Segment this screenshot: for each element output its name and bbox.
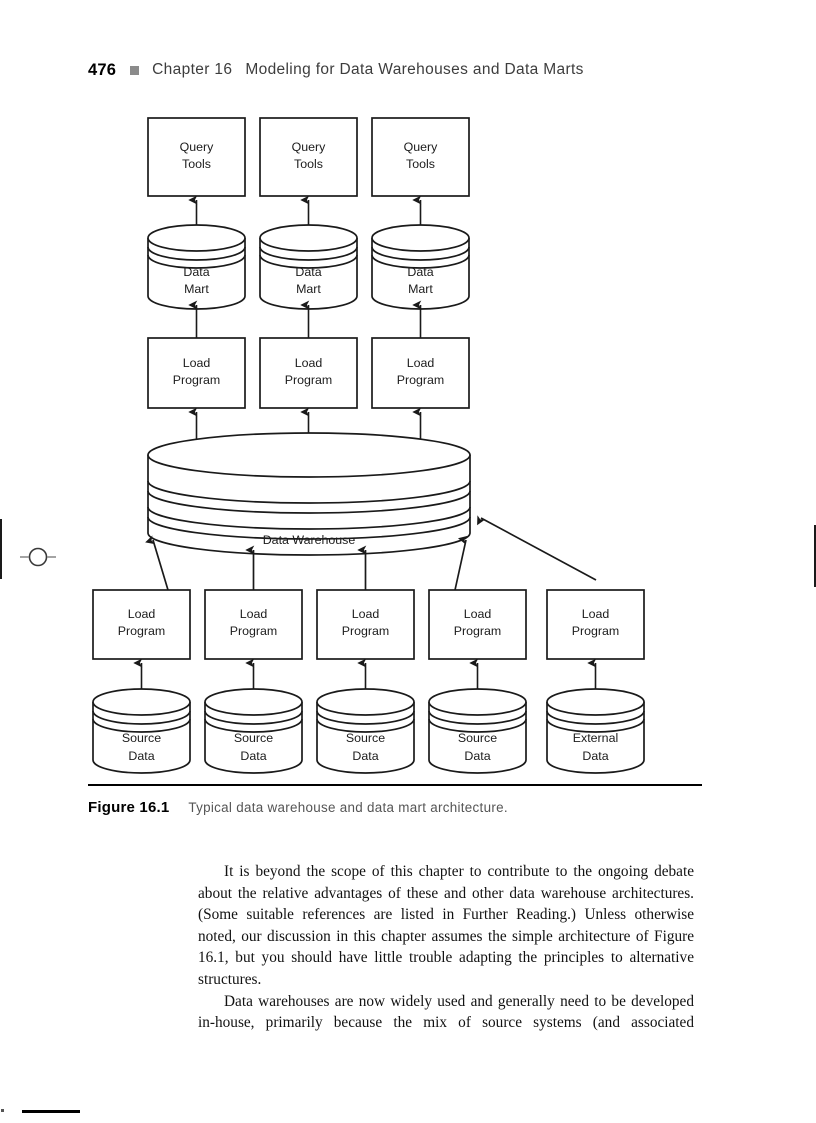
query-tools-label-2a: Query: [292, 140, 327, 154]
page-number: 476: [88, 60, 117, 79]
mart-loader-label-1b: Program: [173, 373, 221, 387]
data-mart-label-2a: Data: [295, 265, 321, 279]
source-data-label-4a: Source: [458, 731, 497, 745]
source-loader-label-3a: Load: [352, 607, 380, 621]
mart-loader-label-2a: Load: [295, 356, 323, 370]
filled-square-bullet-icon: [130, 65, 140, 75]
data-mart-label-3b: Mart: [408, 282, 433, 296]
query-tools-label-2b: Tools: [294, 157, 323, 171]
arrow-external-loader-to-warehouse: [477, 515, 597, 581]
data-mart-label-1a: Data: [183, 265, 209, 279]
source-data-label-1a: Source: [122, 731, 161, 745]
figure-caption-rule: [88, 784, 702, 786]
data-warehouse-label: Data Warehouse: [263, 533, 356, 547]
source-data-label-3a: Source: [346, 731, 385, 745]
source-data-label-1b: Data: [128, 749, 154, 763]
data-mart-label-1b: Mart: [184, 282, 209, 296]
data-mart-label-2b: Mart: [296, 282, 321, 296]
source-data-label-4b: Data: [464, 749, 490, 763]
data-mart-label-3a: Data: [407, 265, 433, 279]
figure-caption: Figure 16.1 Typical data warehouse and d…: [88, 799, 728, 825]
query-tools-label-3a: Query: [404, 140, 439, 154]
body-paragraph-2: Data warehouses are now widely used and …: [198, 992, 694, 1032]
source-data-label-3b: Data: [352, 749, 378, 763]
figure-caption-label: Figure 16.1: [88, 799, 170, 816]
source-loader-label-3b: Program: [342, 624, 390, 638]
source-loader-label-5b: Program: [572, 624, 620, 638]
figure-caption-text: Typical data warehouse and data mart arc…: [188, 800, 508, 815]
running-head-title: Modeling for Data Warehouses and Data Ma…: [245, 61, 584, 78]
running-head-chapter: Chapter 16: [152, 61, 233, 78]
bottom-crop-bar: [22, 1110, 80, 1113]
query-tools-label-1b: Tools: [182, 157, 211, 171]
source-loader-label-2b: Program: [230, 624, 278, 638]
source-loader-label-1a: Load: [128, 607, 156, 621]
source-loader-label-4b: Program: [454, 624, 502, 638]
query-tools-label-1a: Query: [180, 140, 215, 154]
external-data-label-b: Data: [582, 749, 608, 763]
source-loader-label-1b: Program: [118, 624, 166, 638]
body-text-column: It is beyond the scope of this chapter t…: [198, 861, 694, 1055]
running-head: 476 Chapter 16 Modeling for Data Warehou…: [88, 58, 738, 82]
figure-data-warehouse-architecture: Query Tools Query Tools Query Tools Data…: [92, 117, 645, 774]
mart-loader-label-2b: Program: [285, 373, 333, 387]
source-loader-label-4a: Load: [464, 607, 492, 621]
mart-loader-label-1a: Load: [183, 356, 211, 370]
bottom-crop-dot: [1, 1109, 4, 1112]
body-paragraph-1: It is beyond the scope of this chapter t…: [198, 863, 694, 988]
mart-loader-label-3b: Program: [397, 373, 445, 387]
source-data-label-2a: Source: [234, 731, 273, 745]
source-data-label-2b: Data: [240, 749, 266, 763]
source-loader-label-2a: Load: [240, 607, 268, 621]
arrow-source-loader-to-warehouse-4: [454, 535, 468, 591]
query-tools-label-3b: Tools: [406, 157, 435, 171]
external-data-label-a: External: [573, 731, 618, 745]
arrow-source-loader-to-warehouse-1: [145, 535, 169, 591]
mart-loader-label-3a: Load: [407, 356, 435, 370]
source-loader-label-5a: Load: [582, 607, 610, 621]
